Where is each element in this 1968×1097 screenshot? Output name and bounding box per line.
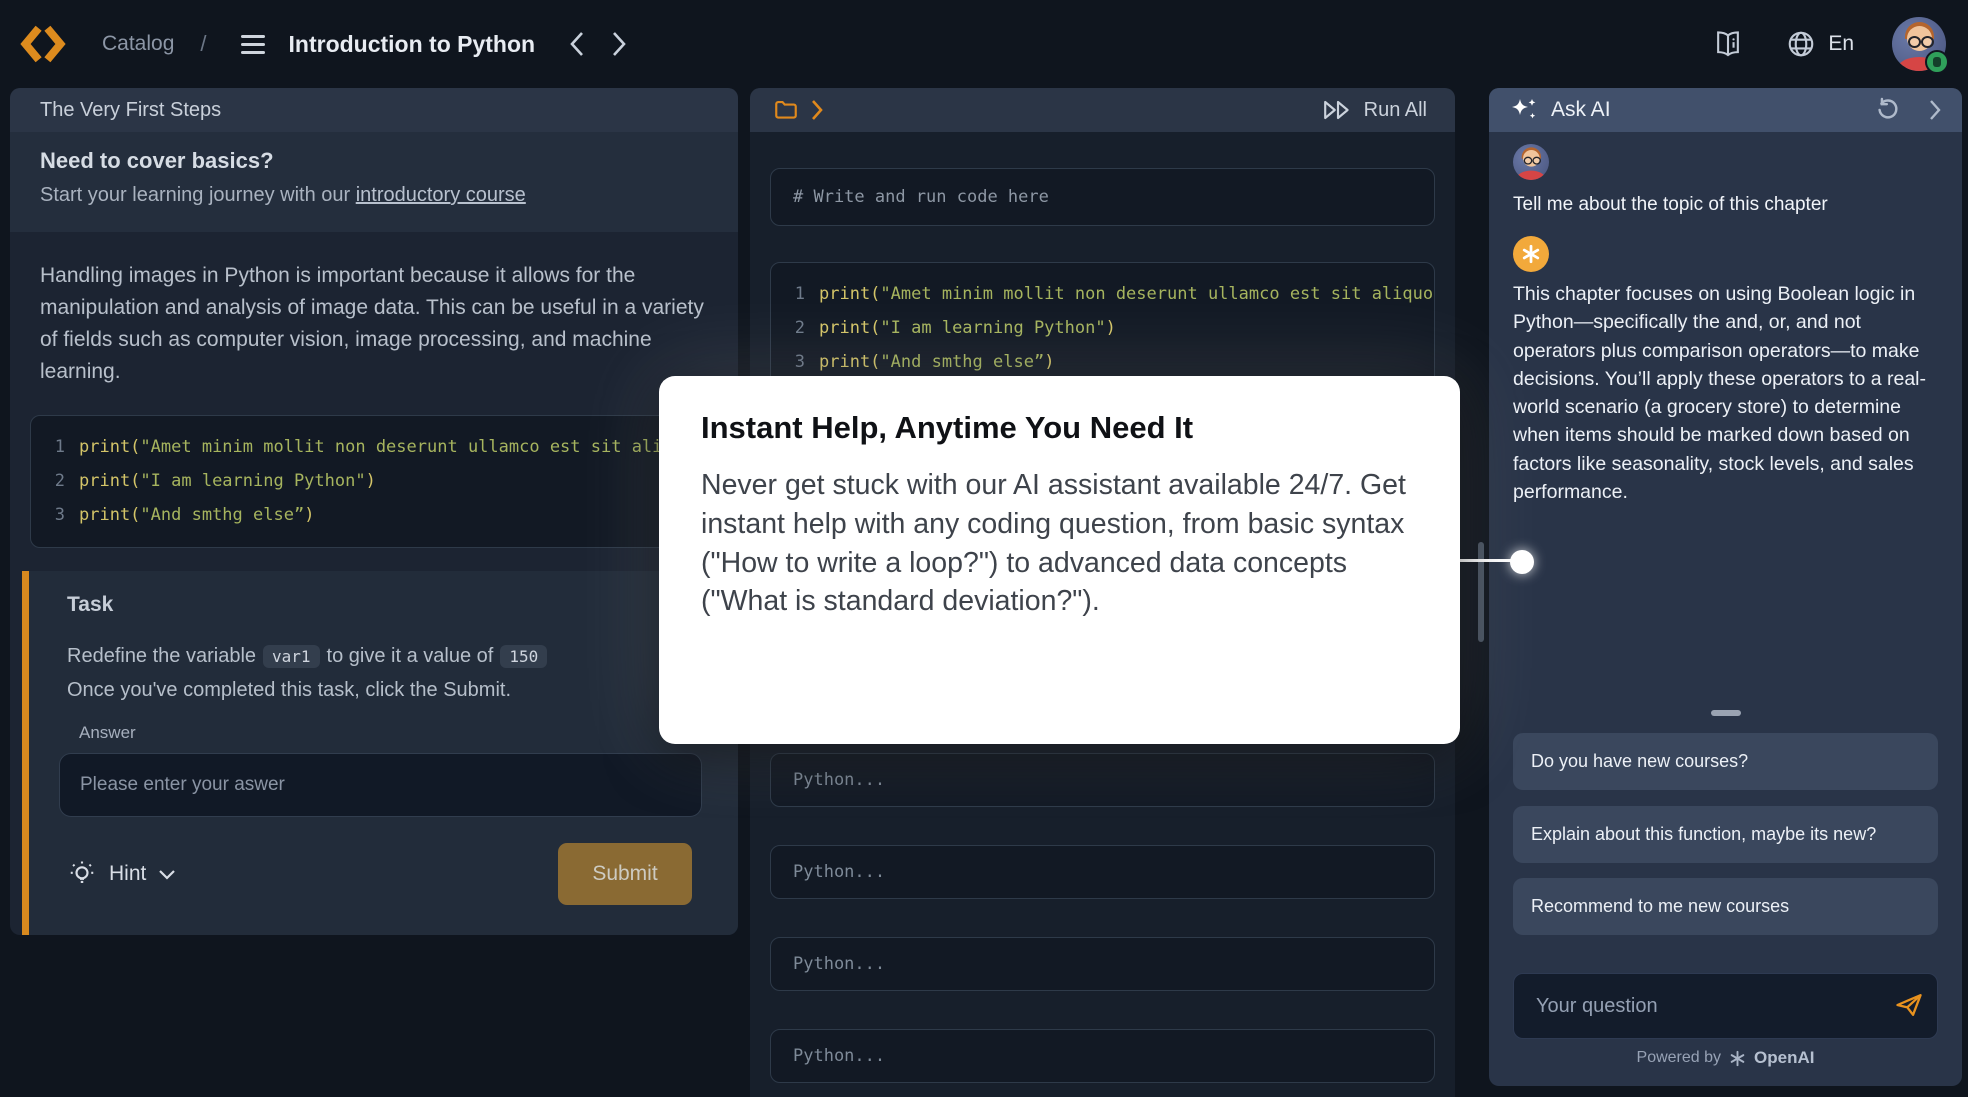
python-cell-input[interactable] (770, 1029, 1435, 1083)
code-line: 1print("Amet minim mollit non deserunt u… (791, 277, 1434, 311)
code-line: 2print("I am learning Python") (51, 464, 727, 498)
folder-icon[interactable] (772, 97, 800, 123)
python-cell-input[interactable] (770, 753, 1435, 807)
suggestion-pill[interactable]: Explain about this function, maybe its n… (1513, 806, 1938, 863)
lesson-paragraph: Handling images in Python is important b… (40, 260, 708, 388)
line-number: 3 (791, 345, 805, 379)
answer-label: Answer (79, 723, 136, 743)
tooltip-title: Instant Help, Anytime You Need It (701, 410, 1418, 446)
suggestion-pill[interactable]: Do you have new courses? (1513, 733, 1938, 790)
basics-heading: Need to cover basics? (40, 148, 738, 174)
prev-chapter-button[interactable] (569, 31, 585, 57)
openai-logo-icon (1728, 1049, 1747, 1068)
onboarding-tooltip: Instant Help, Anytime You Need It Never … (659, 376, 1460, 744)
chat-user-message: Tell me about the topic of this chapter (1513, 194, 1828, 216)
hint-chevron-down-icon (158, 869, 176, 880)
editor-toolbar: Run All (750, 88, 1455, 132)
next-chapter-button[interactable] (611, 31, 627, 57)
question-input[interactable] (1513, 973, 1938, 1039)
task-heading: Task (67, 593, 113, 617)
code-line: 1print("Amet minim mollit non deserunt u… (51, 430, 727, 464)
avatar-status-badge (1925, 50, 1949, 74)
breadcrumb-catalog[interactable]: Catalog (102, 32, 174, 56)
basics-text: Start your learning journey with our int… (40, 184, 738, 207)
breadcrumb-separator: / (200, 31, 206, 57)
ask-ai-header: Ask AI (1489, 88, 1962, 132)
openai-brand-label: OpenAI (1754, 1048, 1814, 1068)
task-instruction: Redefine the variablevar1to give it a va… (67, 645, 554, 668)
basics-callout: Need to cover basics? Start your learnin… (10, 132, 738, 232)
suggestion-pill[interactable]: Recommend to me new courses (1513, 878, 1938, 935)
tooltip-body: Never get stuck with our AI assistant av… (701, 466, 1411, 621)
python-cell-input[interactable] (770, 845, 1435, 899)
hint-bulb-icon (67, 859, 97, 889)
sparkles-icon (1509, 95, 1539, 125)
lesson-panel: The Very First Steps Need to cover basic… (10, 88, 738, 935)
lesson-title: The Very First Steps (40, 99, 221, 122)
run-all-label: Run All (1364, 99, 1427, 122)
introductory-course-link[interactable]: introductory course (356, 184, 526, 206)
task-instruction-2: Once you've completed this task, click t… (67, 679, 511, 702)
language-label[interactable]: En (1828, 32, 1854, 56)
send-question-button[interactable] (1894, 992, 1924, 1021)
line-number: 2 (791, 311, 805, 345)
ask-ai-panel: Ask AI Tell me about the topic of this c… (1489, 88, 1962, 1086)
task-section: Task Redefine the variablevar1to give it… (22, 571, 738, 935)
python-cell-input[interactable] (770, 937, 1435, 991)
chapter-menu-icon[interactable] (241, 35, 265, 54)
submit-button[interactable]: Submit (558, 843, 692, 905)
powered-by: Powered by OpenAI (1489, 1048, 1962, 1068)
page-title: Introduction to Python (289, 31, 536, 58)
editor-scrollbar-thumb[interactable] (1478, 542, 1484, 642)
hint-button[interactable]: Hint (67, 859, 176, 889)
run-all-button[interactable]: Run All (1316, 98, 1433, 123)
glossary-book-icon[interactable] (1712, 30, 1744, 58)
code-line: 3print("And smthg else”) (51, 498, 727, 532)
collapse-panel-icon[interactable] (1928, 98, 1942, 122)
top-bar: Catalog / Introduction to Python En (0, 0, 1968, 88)
code-line: 2print("I am learning Python") (791, 311, 1434, 345)
line-number: 1 (51, 430, 65, 464)
code-line: 3print("And smthg else”) (791, 345, 1434, 379)
tooltip-connector-dot (1510, 550, 1534, 574)
run-all-icon (1322, 99, 1354, 121)
user-avatar[interactable] (1892, 17, 1946, 71)
language-globe-icon[interactable] (1786, 29, 1816, 59)
expand-chevron-icon[interactable] (810, 99, 824, 121)
suggestions-drag-handle[interactable] (1711, 710, 1741, 716)
line-number: 2 (51, 464, 65, 498)
openai-avatar-icon (1513, 236, 1549, 272)
app-logo-icon[interactable] (20, 23, 66, 65)
task-footer: Hint Submit (67, 843, 692, 905)
answer-input[interactable] (59, 753, 702, 817)
topbar-right: En (1670, 17, 1946, 71)
hint-label: Hint (109, 862, 146, 886)
send-icon (1894, 992, 1924, 1018)
code-scratch-input[interactable] (770, 168, 1435, 226)
ask-ai-title: Ask AI (1551, 98, 1611, 122)
lesson-code-sample: 1print("Amet minim mollit non deserunt u… (30, 415, 728, 548)
powered-by-label: Powered by (1637, 1049, 1722, 1067)
chat-user-avatar (1513, 144, 1549, 180)
tooltip-connector-line (1458, 559, 1512, 562)
chat-ai-message: This chapter focuses on using Boolean lo… (1513, 280, 1938, 506)
line-number: 3 (51, 498, 65, 532)
app-root: Catalog / Introduction to Python En (0, 0, 1968, 1097)
line-number: 1 (791, 277, 805, 311)
value-chip: 150 (500, 645, 547, 668)
question-input-wrap (1513, 973, 1938, 1039)
var-chip: var1 (263, 645, 320, 668)
lesson-panel-header: The Very First Steps (10, 88, 738, 132)
basics-text-lead: Start your learning journey with our (40, 184, 356, 206)
reset-chat-icon[interactable] (1874, 96, 1902, 124)
